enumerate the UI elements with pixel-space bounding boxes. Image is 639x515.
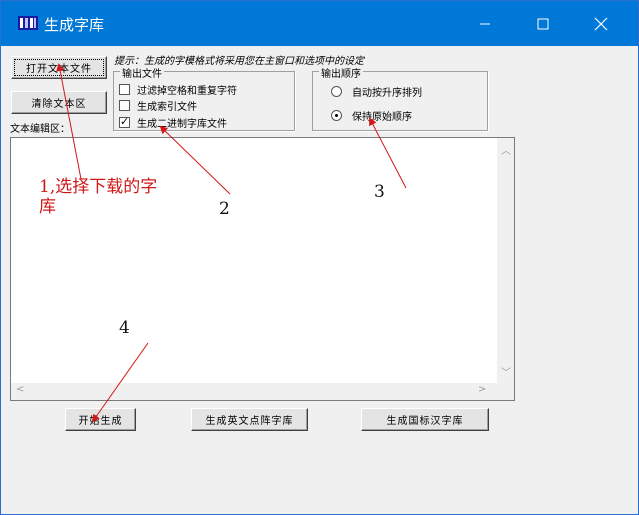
scroll-left-icon[interactable]: < xyxy=(16,384,24,395)
annotation-step1: 1,选择下载的字 库 xyxy=(39,177,157,217)
scroll-down-icon[interactable]: ﹀ xyxy=(501,364,511,379)
generate-gb-font-button[interactable]: 生成国标汉字库 xyxy=(361,408,489,431)
output-file-legend: 输出文件 xyxy=(120,65,164,80)
output-order-legend: 输出顺序 xyxy=(319,65,363,80)
annotation-step1-line2: 库 xyxy=(39,197,56,217)
annotation-step3: 3 xyxy=(374,182,385,202)
radio-dot-selected[interactable] xyxy=(331,110,342,121)
vertical-scrollbar[interactable]: ︿ ﹀ xyxy=(497,138,514,384)
scroll-right-icon[interactable]: > xyxy=(478,384,486,395)
open-text-file-button[interactable]: 打开文本文件 xyxy=(11,56,107,79)
keep-original-order-radio[interactable]: 保持原始顺序 xyxy=(331,108,412,123)
generate-index-checkbox[interactable]: 生成索引文件 xyxy=(119,98,197,113)
maximize-icon xyxy=(537,18,549,29)
window-title: 生成字库 xyxy=(44,16,105,34)
filter-duplicates-checkbox[interactable]: 过滤掉空格和重复字符 xyxy=(119,82,237,97)
editor-label: 文本编辑区： xyxy=(10,124,70,135)
scrollbar-corner xyxy=(497,383,514,400)
minimize-icon xyxy=(480,23,490,24)
maximize-button[interactable] xyxy=(514,1,572,46)
start-generate-button[interactable]: 开始生成 xyxy=(65,408,136,431)
title-bar[interactable]: 生成字库 xyxy=(1,1,638,46)
annotation-step4: 4 xyxy=(119,318,130,338)
app-icon xyxy=(18,16,38,30)
checkbox-box[interactable] xyxy=(119,84,130,95)
clear-text-button[interactable]: 清除文本区 xyxy=(11,91,107,114)
generate-font-dialog: 生成字库 打开文本文件 清除文本区 提示：生成的字模格式将采用您在主窗口和选项中… xyxy=(0,0,639,515)
generate-binary-checkbox[interactable]: 生成二进制字库文件 xyxy=(119,115,227,130)
radio-label: 保持原始顺序 xyxy=(352,112,412,123)
checkbox-box[interactable] xyxy=(119,100,130,111)
annotation-step2: 2 xyxy=(219,199,230,219)
close-button[interactable] xyxy=(572,1,630,46)
radio-dot[interactable] xyxy=(331,86,342,97)
checkbox-label: 生成二进制字库文件 xyxy=(137,119,227,130)
checkbox-label: 生成索引文件 xyxy=(137,102,197,113)
radio-label: 自动按升序排列 xyxy=(352,88,422,99)
minimize-button[interactable] xyxy=(456,1,514,46)
generate-ascii-font-button[interactable]: 生成英文点阵字库 xyxy=(191,408,308,431)
annotation-step1-line1: 1,选择下载的字 xyxy=(39,177,158,197)
sort-ascending-radio[interactable]: 自动按升序排列 xyxy=(331,84,422,99)
scroll-up-icon[interactable]: ︿ xyxy=(501,142,511,157)
horizontal-scrollbar[interactable]: < > xyxy=(11,383,497,400)
close-icon xyxy=(594,17,608,30)
checkbox-box-checked[interactable] xyxy=(119,115,130,128)
checkbox-label: 过滤掉空格和重复字符 xyxy=(137,86,237,97)
